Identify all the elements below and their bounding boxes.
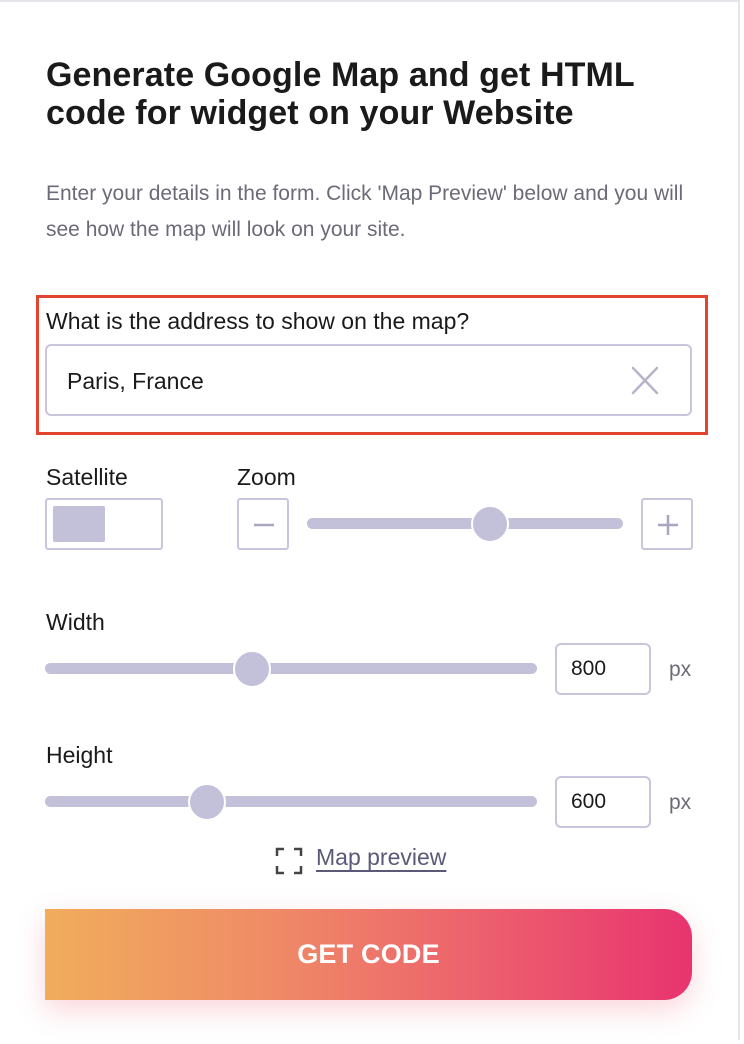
zoom-slider-track[interactable] [307, 518, 623, 529]
width-unit: px [669, 658, 692, 681]
fullscreen-icon [275, 847, 303, 875]
height-unit: px [669, 791, 692, 814]
close-icon [631, 366, 659, 395]
zoom-slider-thumb[interactable] [471, 505, 510, 543]
map-preview-link[interactable]: Map preview [316, 844, 446, 871]
height-input[interactable]: 600 [555, 776, 651, 828]
minus-icon [254, 523, 274, 527]
satellite-toggle[interactable] [45, 498, 163, 550]
get-code-button[interactable]: GET CODE [45, 909, 692, 1000]
zoom-label: Zoom [237, 464, 296, 490]
address-label: What is the address to show on the map? [46, 308, 470, 334]
width-slider-thumb[interactable] [232, 650, 271, 688]
toggle-knob [53, 506, 105, 542]
height-slider-thumb[interactable] [188, 783, 227, 821]
zoom-in-button[interactable] [641, 498, 693, 550]
zoom-out-button[interactable] [237, 498, 289, 550]
width-input[interactable]: 800 [555, 643, 651, 695]
width-slider-track[interactable] [45, 663, 537, 674]
address-input[interactable]: Paris, France [45, 344, 692, 416]
page-subtitle: Enter your details in the form. Click 'M… [46, 182, 684, 241]
clear-address-button[interactable] [626, 363, 664, 399]
page-title: Generate Google Map and get HTML code fo… [46, 56, 635, 132]
height-slider-track[interactable] [45, 796, 537, 807]
height-label: Height [46, 742, 113, 768]
width-label: Width [46, 609, 105, 635]
satellite-label: Satellite [46, 464, 128, 490]
plus-icon [658, 515, 678, 535]
map-generator-card: Generate Google Map and get HTML code fo… [0, 0, 740, 1040]
